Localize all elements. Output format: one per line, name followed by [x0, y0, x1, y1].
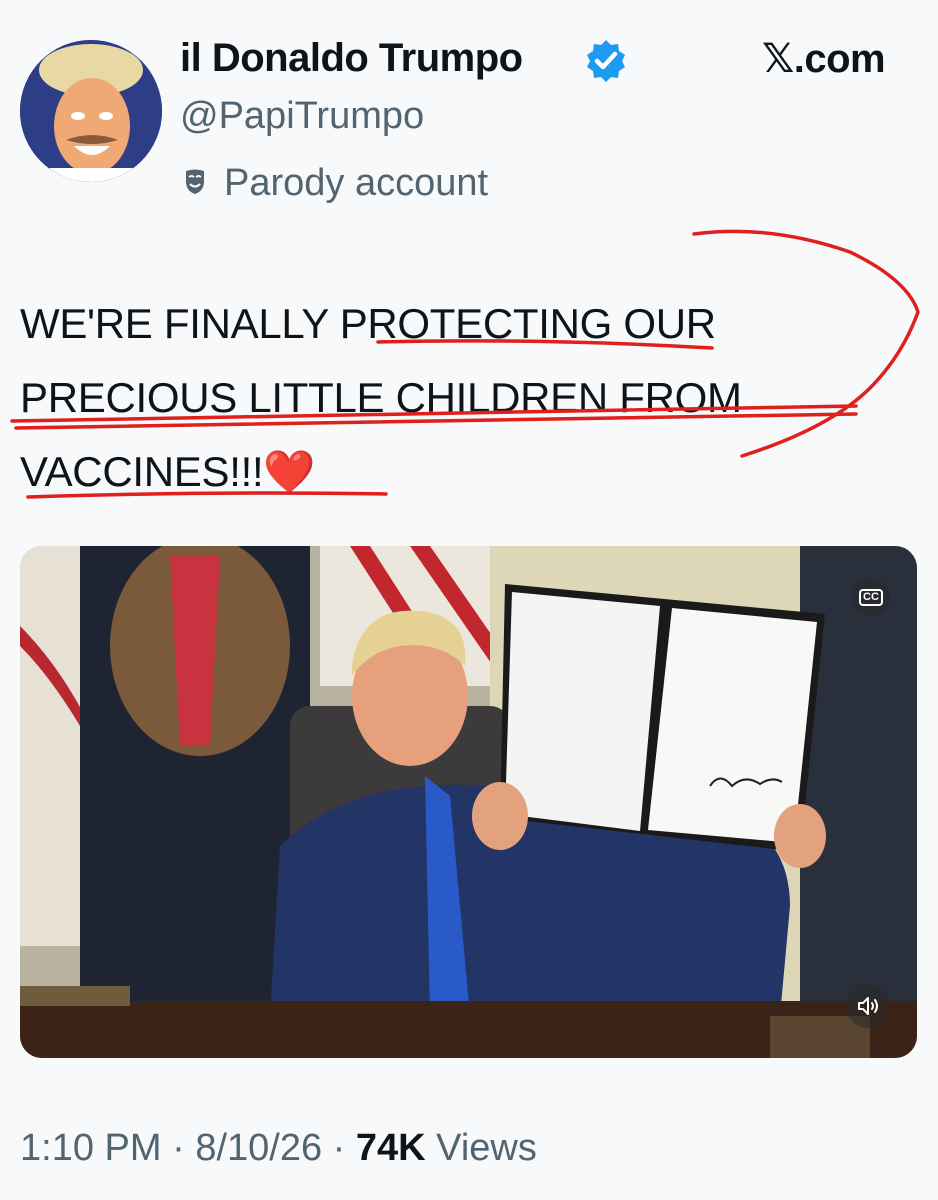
avatar[interactable]	[20, 40, 162, 182]
x-logo-icon: 𝕏	[762, 36, 794, 82]
meta-separator: ·	[161, 1127, 196, 1169]
tweet-meta: 1:10 PM · 8/10/26 · 74K Views	[20, 1127, 537, 1170]
closed-captions-icon: CC	[859, 588, 883, 606]
display-name[interactable]: il Donaldo Trumpo	[180, 36, 523, 81]
parody-mask-icon	[184, 162, 206, 205]
tweet-text: WE'RE FINALLY PROTECTING OUR PRECIOUS LI…	[20, 287, 900, 509]
parody-label: Parody account	[184, 158, 488, 208]
meta-separator: ·	[322, 1127, 356, 1169]
speaker-muted-icon	[858, 997, 878, 1015]
timestamp-time[interactable]: 1:10 PM	[20, 1127, 162, 1169]
handle[interactable]: @PapiTrumpo	[180, 95, 424, 138]
timestamp-date[interactable]: 8/10/26	[195, 1127, 322, 1169]
heart-emoji: ❤️	[263, 448, 316, 495]
parody-label-text: Parody account	[224, 161, 489, 204]
verified-badge-icon[interactable]	[584, 38, 628, 87]
site-logo: 𝕏.com	[762, 36, 886, 82]
views-count: 74K	[355, 1127, 426, 1169]
tweet-text-emphasis: PROTECTING	[339, 300, 613, 347]
video-thumbnail	[20, 546, 917, 1058]
tweet-text-before: WE'RE FINALLY	[20, 300, 340, 347]
unmute-button[interactable]	[846, 984, 890, 1028]
site-logo-suffix: .com	[793, 37, 886, 81]
views-label: Views	[425, 1127, 537, 1169]
closed-captions-button[interactable]: CC	[852, 578, 890, 616]
video-player[interactable]: CC	[20, 546, 917, 1058]
